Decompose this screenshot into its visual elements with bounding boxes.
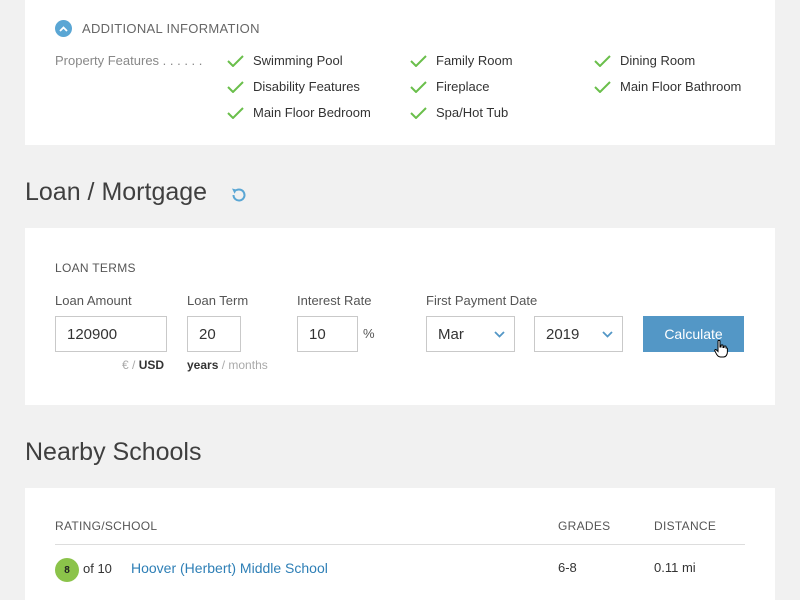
term-years-option: years: [187, 358, 219, 372]
rating-school-header: RATING/SCHOOL: [55, 519, 158, 533]
rating-badge: 8: [55, 558, 79, 582]
term-unit-toggle[interactable]: years / months: [187, 358, 268, 372]
feature-item: Main Floor Bedroom: [227, 105, 371, 120]
term-months-option: / months: [221, 358, 268, 372]
feature-item: Main Floor Bathroom: [594, 79, 741, 94]
loan-amount-input[interactable]: [55, 316, 167, 352]
refresh-icon[interactable]: [229, 185, 249, 210]
loan-term-input[interactable]: [187, 316, 241, 352]
loan-terms-card: LOAN TERMS Loan Amount € / USD Loan Term…: [25, 228, 775, 405]
percent-unit: %: [363, 326, 375, 341]
school-name-link[interactable]: Hoover (Herbert) Middle School: [131, 560, 328, 576]
payment-month-select[interactable]: Mar: [426, 316, 515, 352]
feature-item: Fireplace: [410, 79, 489, 94]
schools-section-title: Nearby Schools: [25, 438, 202, 466]
school-grades: 6-8: [558, 560, 577, 575]
feature-item: Family Room: [410, 53, 513, 68]
rating-scale: of 10: [83, 561, 112, 576]
payment-year-value: 2019: [546, 325, 580, 343]
loan-section-title: Loan / Mortgage: [25, 178, 208, 206]
check-icon: [594, 80, 611, 93]
chevron-down-icon: [602, 330, 613, 338]
currency-euro-option: € /: [122, 358, 136, 372]
property-features-label: Property Features . . . . . .: [55, 53, 203, 68]
loan-amount-label: Loan Amount: [55, 293, 132, 308]
check-icon: [227, 106, 244, 119]
check-icon: [410, 106, 427, 119]
school-distance: 0.11 mi: [654, 560, 696, 575]
interest-rate-label: Interest Rate: [297, 293, 372, 308]
currency-usd-option: USD: [138, 358, 165, 372]
chevron-up-icon[interactable]: [55, 20, 72, 37]
check-icon: [227, 80, 244, 93]
feature-item: Spa/Hot Tub: [410, 105, 508, 120]
grades-header: GRADES: [558, 519, 611, 533]
hand-cursor-icon: [714, 339, 728, 363]
payment-year-select[interactable]: 2019: [534, 316, 623, 352]
check-icon: [594, 54, 611, 67]
feature-item: Swimming Pool: [227, 53, 343, 68]
header-divider: [55, 544, 745, 545]
check-icon: [410, 54, 427, 67]
additional-info-card: ADDITIONAL INFORMATION Property Features…: [25, 0, 775, 145]
loan-terms-label: LOAN TERMS: [55, 261, 136, 275]
chevron-down-icon: [494, 330, 505, 338]
additional-info-title: ADDITIONAL INFORMATION: [82, 21, 260, 36]
feature-item: Dining Room: [594, 53, 695, 68]
calculate-button[interactable]: Calculate: [643, 316, 744, 352]
loan-term-label: Loan Term: [187, 293, 249, 308]
check-icon: [410, 80, 427, 93]
currency-toggle[interactable]: € / USD: [122, 358, 164, 372]
schools-card: RATING/SCHOOL GRADES DISTANCE 8 of 10 Ho…: [25, 488, 775, 600]
distance-header: DISTANCE: [654, 519, 717, 533]
check-icon: [227, 54, 244, 67]
additional-info-toggle[interactable]: ADDITIONAL INFORMATION: [55, 20, 260, 37]
interest-rate-input[interactable]: [297, 316, 358, 352]
first-payment-label: First Payment Date: [426, 293, 538, 308]
payment-month-value: Mar: [438, 325, 464, 343]
feature-item: Disability Features: [227, 79, 360, 94]
